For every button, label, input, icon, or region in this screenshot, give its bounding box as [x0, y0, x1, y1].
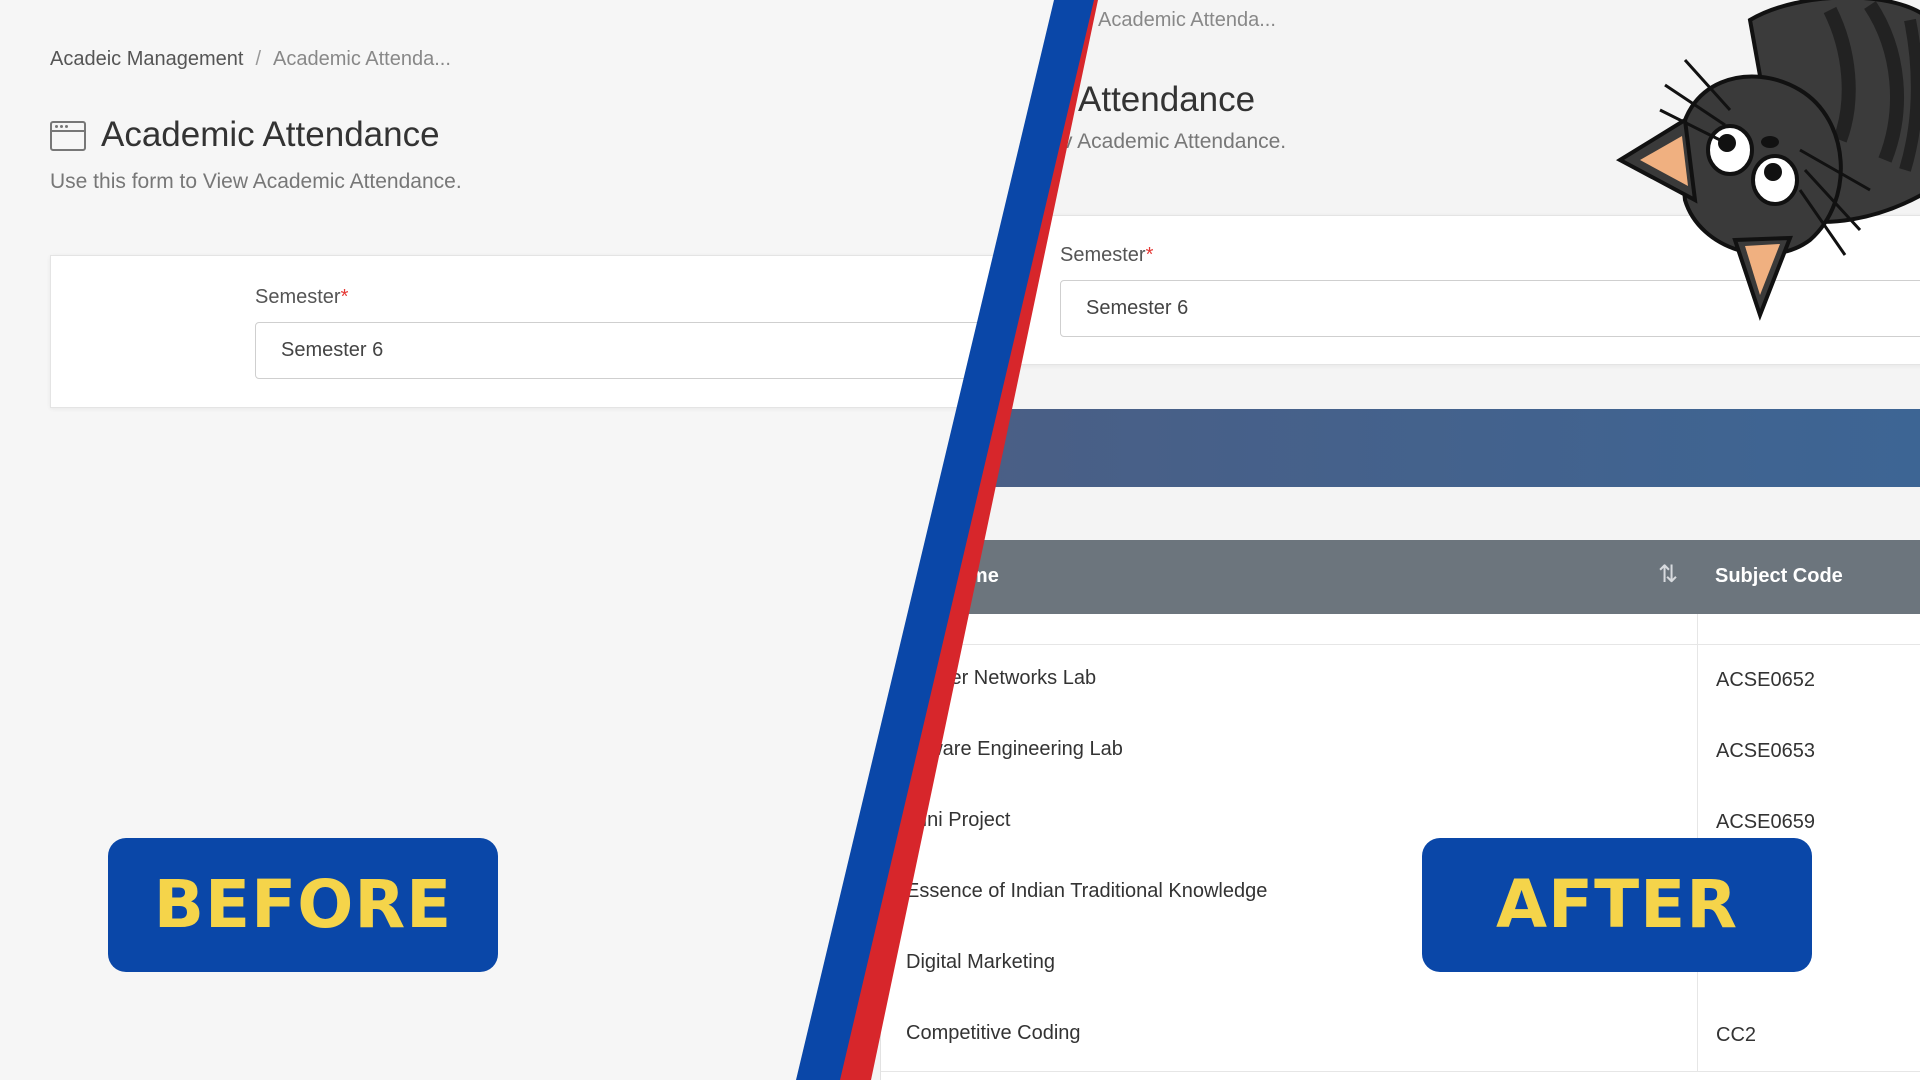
breadcrumb-current: Academic Attenda...: [1098, 9, 1276, 31]
page-subtitle-after: v Academic Attendance.: [1062, 130, 1287, 153]
page-subtitle: Use this form to View Academic Attendanc…: [50, 170, 462, 193]
subject-name: mputer Networks Lab: [906, 667, 1097, 689]
required-asterisk: *: [1145, 244, 1154, 266]
subject-name: Essence of Indian Traditional Knowledge: [906, 880, 1268, 902]
subject-code: CC2: [1697, 1000, 1920, 1071]
subject-name: Mini Project: [906, 809, 1011, 831]
page-title: Academic Attendance: [101, 115, 440, 154]
table-header: ct Name ⇅ Subject Code: [881, 540, 1920, 614]
semester-label: Semester*: [255, 286, 349, 308]
table-row-partial: [881, 614, 1920, 645]
required-asterisk: *: [340, 286, 349, 308]
calendar-window-icon: [50, 121, 86, 151]
table-row[interactable]: Competitive Coding CC2: [881, 1000, 1920, 1072]
subject-code: ACSE0653: [1697, 716, 1920, 787]
subject-name: Digital Marketing: [906, 951, 1055, 973]
table-row[interactable]: oftware Engineering Lab ACSE0653: [881, 716, 1920, 788]
table-row[interactable]: mputer Networks Lab ACSE0652: [881, 645, 1920, 717]
header-subject-code[interactable]: Subject Code: [1715, 565, 1843, 588]
section-banner: e: [900, 409, 1920, 487]
breadcrumb: Acadeic Management / Academic Attenda...: [50, 48, 451, 71]
sort-arrows-icon[interactable]: ⇅: [1658, 560, 1678, 589]
after-label: AFTER: [1422, 838, 1812, 972]
subject-code: ACSE0652: [1697, 645, 1920, 716]
cat-icon: [1615, 0, 1920, 321]
breadcrumb-parent[interactable]: Acadeic Management: [50, 48, 243, 70]
subject-name: oftware Engineering Lab: [906, 738, 1123, 760]
breadcrumb-separator: /: [255, 48, 262, 70]
page-title-after: Attendance: [1078, 80, 1256, 119]
breadcrumb-after: Academic Attenda...: [1098, 9, 1276, 32]
attendance-table: ct Name ⇅ Subject Code mputer Networks L…: [880, 540, 1920, 1080]
semester-select[interactable]: Semester 6: [255, 322, 1015, 379]
breadcrumb-current: Academic Attenda...: [273, 48, 451, 70]
semester-label-after: Semester*: [1060, 244, 1154, 266]
before-label: BEFORE: [108, 838, 498, 972]
subject-name: Competitive Coding: [906, 1022, 1081, 1044]
banner-title: e: [986, 436, 998, 459]
